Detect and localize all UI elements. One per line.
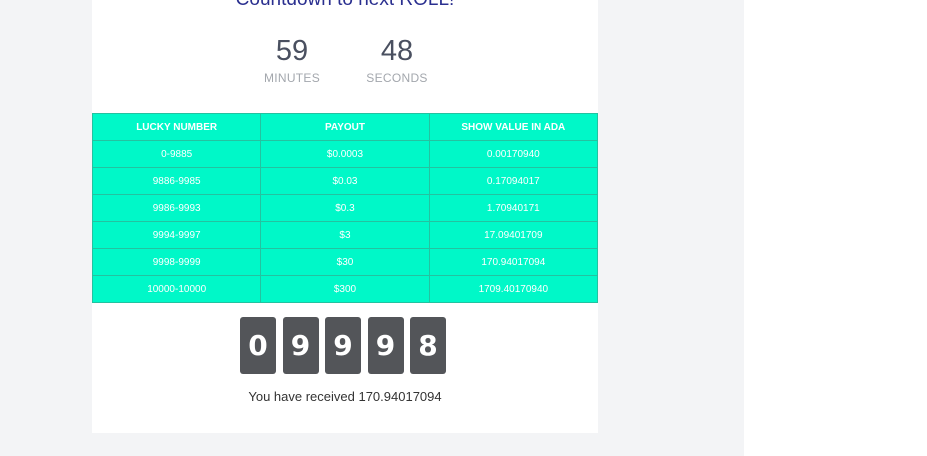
table-row: 9998-9999 $30 170.94017094: [91, 248, 599, 276]
seconds-timer: 48 SECONDS: [347, 34, 447, 85]
lucky-number-cell: 10000-10000: [91, 275, 262, 303]
ada-value-cell: 170.94017094: [428, 248, 599, 276]
roll-digit: 0: [240, 317, 276, 374]
lucky-number-cell: 9986-9993: [91, 194, 262, 222]
payout-cell: $30: [260, 248, 430, 276]
ada-value-cell: 17.09401709: [428, 221, 599, 249]
roll-digit: 9: [367, 317, 404, 374]
ada-value-cell: 1.70940171: [428, 194, 599, 222]
roll-result-digits: 0 9 9 9 8: [240, 317, 453, 374]
payout-cell: $0.0003: [260, 140, 430, 168]
minutes-value: 59: [275, 35, 309, 67]
header-show-value-in-ada: SHOW VALUE IN ADA: [428, 113, 599, 141]
minutes-label: MINUTES: [263, 71, 321, 85]
ada-value-cell: 0.17094017: [428, 167, 599, 195]
table-row: 9994-9997 $3 17.09401709: [91, 221, 599, 249]
minutes-timer: 59 MINUTES: [242, 34, 342, 85]
lucky-number-cell: 9998-9999: [91, 248, 262, 276]
seconds-label: SECONDS: [366, 71, 428, 85]
header-payout: PAYOUT: [260, 113, 430, 141]
countdown-title: Countdown to next ROLL!: [92, 0, 598, 12]
table-row: 0-9885 $0.0003 0.00170940: [91, 140, 599, 168]
payout-cell: $0.03: [260, 167, 430, 195]
payout-table: LUCKY NUMBER PAYOUT SHOW VALUE IN ADA 0-…: [91, 113, 599, 303]
table-row: 9886-9985 $0.03 0.17094017: [91, 167, 599, 195]
lucky-number-cell: 9994-9997: [91, 221, 262, 249]
ada-value-cell: 1709.40170940: [428, 275, 599, 303]
lucky-number-cell: 0-9885: [91, 140, 262, 168]
table-row: 10000-10000 $300 1709.40170940: [91, 275, 599, 303]
header-lucky-number: LUCKY NUMBER: [91, 113, 262, 141]
roll-card: Countdown to next ROLL! 59 MINUTES 48 SE…: [91, 0, 599, 433]
payout-cell: $0.3: [260, 194, 430, 222]
seconds-value: 48: [380, 35, 414, 67]
roll-digit: 8: [410, 317, 446, 374]
ada-value-cell: 0.00170940: [428, 140, 599, 168]
roll-digit: 9: [282, 317, 319, 374]
payout-cell: $3: [260, 221, 430, 249]
table-header-row: LUCKY NUMBER PAYOUT SHOW VALUE IN ADA: [91, 113, 599, 141]
table-row: 9986-9993 $0.3 1.70940171: [91, 194, 599, 222]
received-message: You have received 170.94017094: [248, 389, 442, 404]
lucky-number-cell: 9886-9985: [91, 167, 262, 195]
roll-digit: 9: [325, 317, 361, 374]
payout-cell: $300: [260, 275, 430, 303]
